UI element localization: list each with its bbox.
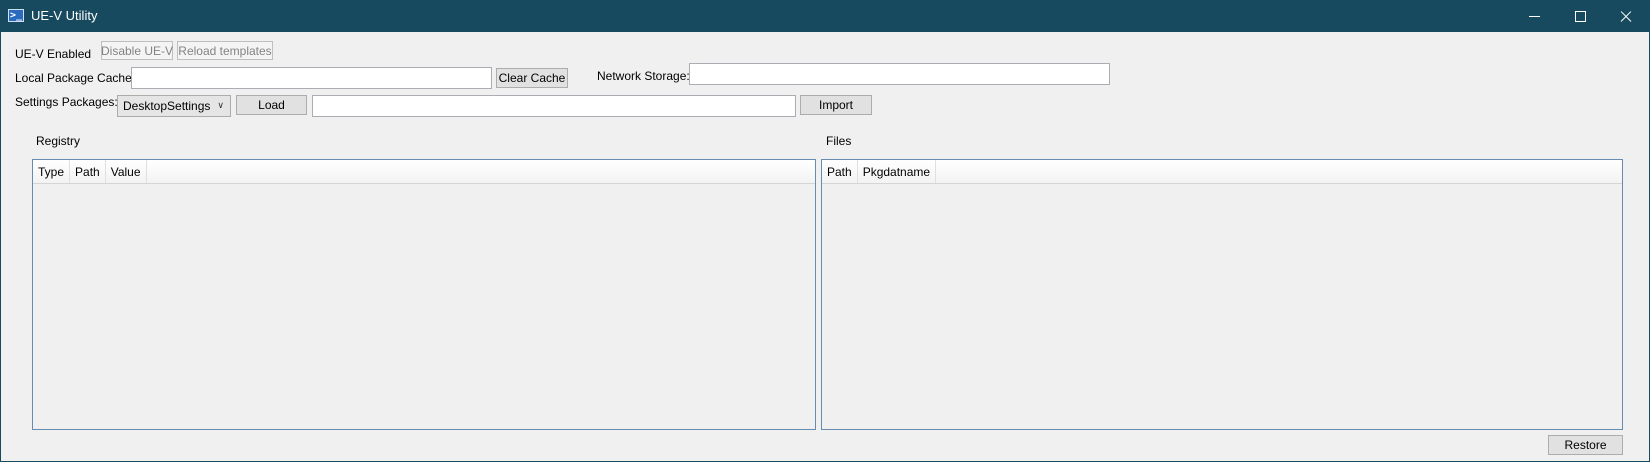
- powershell-icon: >_: [8, 9, 24, 22]
- local-package-cache-input[interactable]: [131, 67, 492, 89]
- clear-cache-button[interactable]: Clear Cache: [496, 68, 568, 88]
- registry-column-type[interactable]: Type: [33, 160, 71, 183]
- maximize-button[interactable]: [1557, 1, 1603, 32]
- registry-title: Registry: [36, 134, 81, 148]
- maximize-icon: [1574, 11, 1586, 22]
- import-path-input[interactable]: [312, 95, 796, 117]
- title-bar[interactable]: >_ UE-V Utility: [1, 1, 1649, 32]
- files-column-path[interactable]: Path: [822, 160, 858, 183]
- files-column-pkgdatname[interactable]: Pkgdatname: [858, 160, 937, 183]
- ue-v-status-label: UE-V Enabled: [15, 47, 92, 61]
- window-title: UE-V Utility: [31, 8, 98, 23]
- settings-packages-selected: DesktopSettings: [123, 99, 211, 113]
- files-grid-header: Path Pkgdatname: [822, 160, 1622, 184]
- load-button[interactable]: Load: [236, 95, 307, 115]
- minimize-icon: [1528, 16, 1540, 17]
- disable-ue-v-button[interactable]: Disable UE-V: [101, 41, 173, 60]
- settings-packages-dropdown[interactable]: DesktopSettings ∨: [117, 95, 231, 117]
- restore-button[interactable]: Restore: [1548, 435, 1623, 455]
- registry-column-value[interactable]: Value: [106, 160, 147, 183]
- registry-grid-header: Type Path Value: [33, 160, 815, 184]
- files-grid[interactable]: Path Pkgdatname: [821, 159, 1623, 430]
- registry-grid[interactable]: Type Path Value: [32, 159, 816, 430]
- network-storage-input[interactable]: [689, 63, 1110, 85]
- local-package-cache-label: Local Package Cache:: [15, 71, 136, 85]
- minimize-button[interactable]: [1511, 1, 1557, 32]
- close-icon: [1619, 10, 1633, 24]
- import-button[interactable]: Import: [800, 95, 872, 115]
- settings-packages-label: Settings Packages:: [15, 95, 118, 109]
- main-window: >_ UE-V Utility UE-V Enabled Disable UE-…: [0, 0, 1650, 462]
- registry-column-path[interactable]: Path: [70, 160, 106, 183]
- network-storage-label: Network Storage:: [597, 69, 690, 83]
- reload-templates-button[interactable]: Reload templates: [177, 41, 273, 60]
- chevron-down-icon: ∨: [217, 100, 224, 110]
- files-title: Files: [826, 134, 852, 148]
- close-button[interactable]: [1603, 1, 1649, 32]
